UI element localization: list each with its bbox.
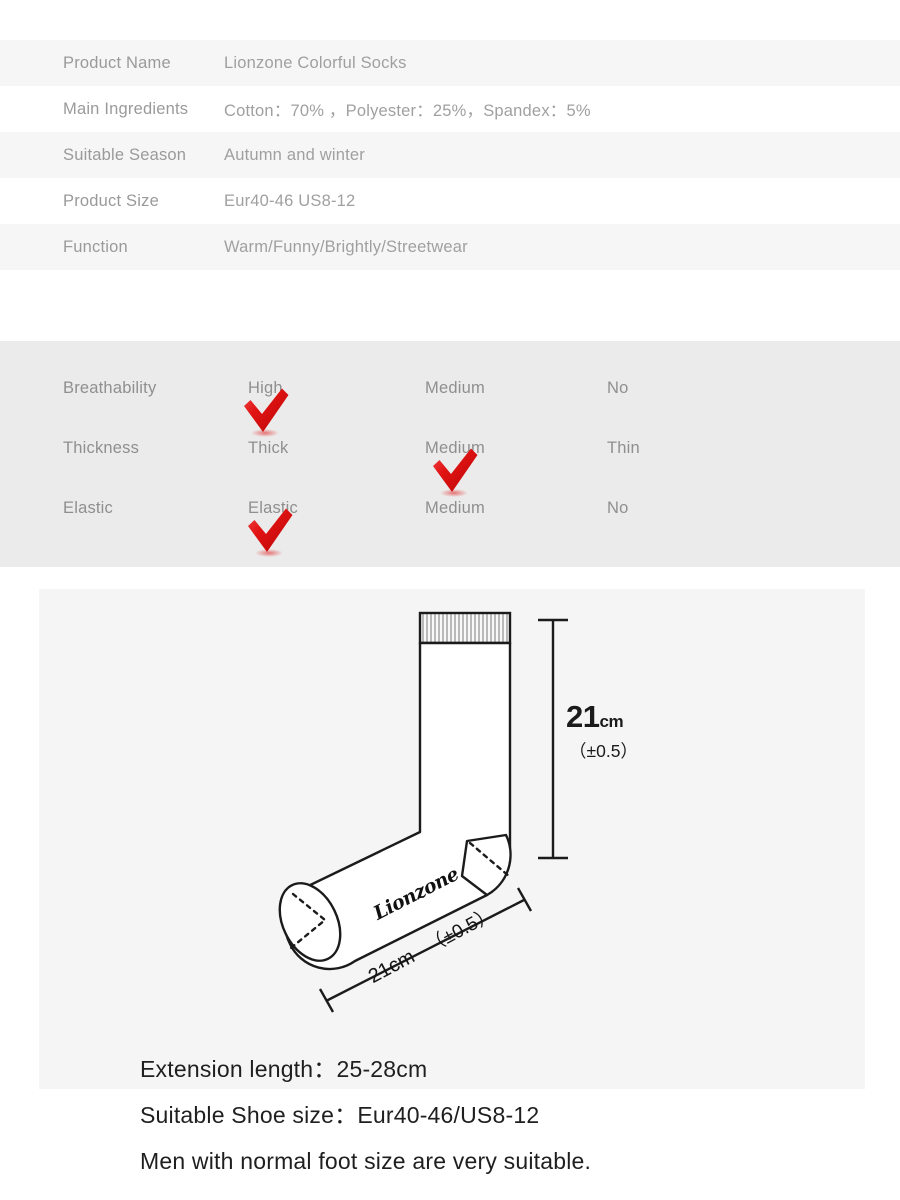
vertical-dimension-line <box>538 618 568 860</box>
spec-value: Cotton：70% ，Polyester：25%，Spandex：5% <box>224 102 591 120</box>
property-row-breathability: Breathability High Medium No <box>0 375 900 401</box>
spec-label: Product Size <box>63 191 159 210</box>
table-row: Product Size Eur40-46 US8-12 <box>0 178 900 224</box>
spec-value: Eur40-46 US8-12 <box>224 191 356 210</box>
sock-size-diagram <box>278 611 568 1013</box>
spec-label: Product Name <box>63 53 171 72</box>
spec-value: Autumn and winter <box>224 145 365 164</box>
spec-label: Function <box>63 237 128 256</box>
property-option[interactable]: Medium <box>425 495 485 521</box>
property-label: Elastic <box>63 499 113 517</box>
vertical-dim-value: 21 <box>566 699 600 734</box>
caption-fit-note: Men with normal foot size are very suita… <box>140 1148 592 1174</box>
red-check-mark-icon <box>433 448 478 497</box>
property-row-elastic: Elastic Elastic Medium No <box>0 495 900 521</box>
property-option[interactable]: Medium <box>425 375 485 401</box>
table-row: Function Warm/Funny/Brightly/Streetwear <box>0 224 900 270</box>
table-row: Product Name Lionzone Colorful Socks <box>0 40 900 86</box>
size-caption-block: Extension length：25-28cm Suitable Shoe s… <box>140 1046 840 1184</box>
property-option[interactable]: No <box>607 375 629 401</box>
vertical-dim-unit: cm <box>599 712 624 731</box>
spec-label: Suitable Season <box>63 145 187 164</box>
caption-extension-length: Extension length：25-28cm <box>140 1056 428 1082</box>
property-label: Thickness <box>63 439 140 457</box>
vertical-dimension-label: 21cm （±0.5） <box>566 700 638 763</box>
spec-value: Warm/Funny/Brightly/Streetwear <box>224 237 468 256</box>
red-check-mark-icon <box>248 508 293 557</box>
caption-shoe-size: Suitable Shoe size：Eur40-46/US8-12 <box>140 1102 540 1128</box>
property-option[interactable]: Thick <box>248 435 288 461</box>
sock-cuff-ribbing <box>418 611 512 645</box>
spec-value: Lionzone Colorful Socks <box>224 53 407 72</box>
red-check-mark-icon <box>244 388 289 437</box>
product-spec-table: Product Name Lionzone Colorful Socks Mai… <box>0 40 900 270</box>
table-row: Main Ingredients Cotton：70% ，Polyester：2… <box>0 86 900 132</box>
spec-label: Main Ingredients <box>63 99 189 118</box>
table-row: Suitable Season Autumn and winter <box>0 132 900 178</box>
property-label: Breathability <box>63 379 157 397</box>
property-option[interactable]: Thin <box>607 435 640 461</box>
vertical-dim-tolerance: （±0.5） <box>569 741 638 761</box>
property-option[interactable]: No <box>607 495 629 521</box>
